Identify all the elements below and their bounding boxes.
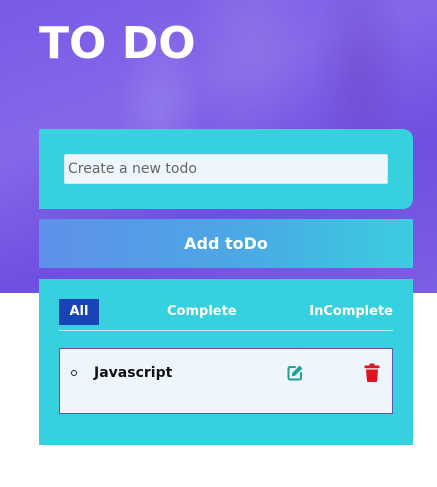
trash-icon[interactable] [364, 363, 380, 382]
page-title: TO DO [39, 18, 196, 69]
tab-complete[interactable]: Complete [167, 299, 237, 325]
add-todo-button[interactable]: Add toDo [39, 219, 413, 268]
tabs-divider [59, 330, 393, 331]
todo-list-card: All Complete InComplete Javascript [39, 279, 413, 445]
todo-item: Javascript [59, 348, 393, 414]
filter-tabs: All Complete InComplete [59, 299, 393, 325]
input-card [39, 129, 413, 209]
bullet-icon [71, 370, 77, 376]
edit-icon[interactable] [286, 364, 304, 382]
tab-incomplete[interactable]: InComplete [309, 299, 393, 325]
todo-text: Javascript [94, 365, 173, 381]
tab-all[interactable]: All [59, 299, 99, 325]
new-todo-input[interactable] [64, 154, 388, 184]
